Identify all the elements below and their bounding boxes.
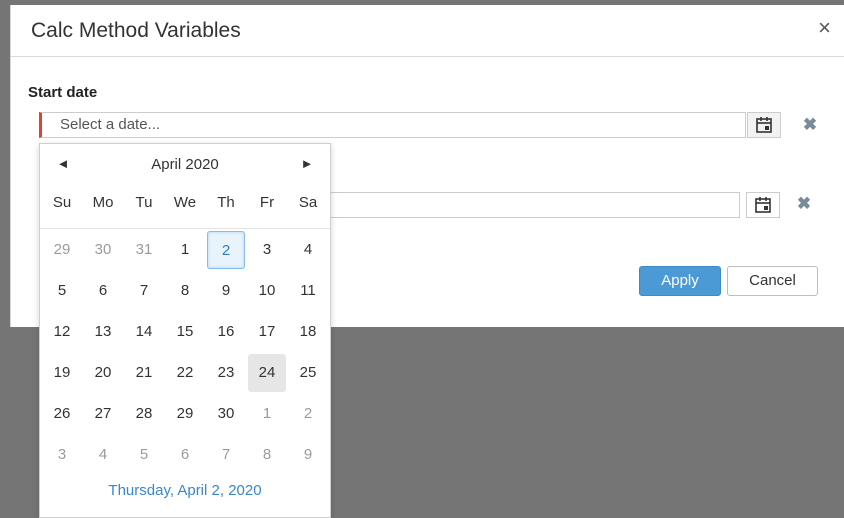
calendar-day[interactable]: 6 <box>166 436 204 474</box>
weekday-label: Su <box>52 194 72 211</box>
calendar-day[interactable]: 22 <box>166 354 204 392</box>
calendar-day[interactable]: 30 <box>84 231 122 269</box>
calendar-day[interactable]: 18 <box>289 313 327 351</box>
second-date-calendar-button[interactable] <box>746 192 780 218</box>
calendar-day[interactable]: 13 <box>84 313 122 351</box>
clear-icon[interactable]: ✖ <box>796 194 812 213</box>
calendar-day[interactable]: 5 <box>125 436 163 474</box>
close-icon[interactable]: × <box>818 16 831 40</box>
calendar-day[interactable]: 23 <box>207 354 245 392</box>
clear-icon[interactable]: ✖ <box>802 115 818 134</box>
start-date-calendar-button[interactable] <box>747 112 781 138</box>
second-date-input[interactable] <box>320 192 740 218</box>
calendar-day[interactable]: 1 <box>166 231 204 269</box>
weekday-label: Fr <box>259 194 275 211</box>
cancel-button[interactable]: Cancel <box>727 266 818 296</box>
calendar-day[interactable]: 26 <box>43 395 81 433</box>
calendar-day[interactable]: 27 <box>84 395 122 433</box>
weekday-label: Sa <box>298 194 318 211</box>
weekday-header: Su Mo Tu We Th Fr Sa <box>42 194 330 218</box>
calendar-day[interactable]: 12 <box>43 313 81 351</box>
calendar-day[interactable]: 16 <box>207 313 245 351</box>
calendar-icon <box>755 116 773 134</box>
calendar-day[interactable]: 3 <box>43 436 81 474</box>
calendar-day[interactable]: 6 <box>84 272 122 310</box>
calendar-day[interactable]: 9 <box>289 436 327 474</box>
calendar-day[interactable]: 19 <box>43 354 81 392</box>
calendar-day[interactable]: 29 <box>43 231 81 269</box>
weekday-label: Tu <box>135 194 153 211</box>
calendar-day[interactable]: 4 <box>289 231 327 269</box>
calendar-day[interactable]: 25 <box>289 354 327 392</box>
apply-button[interactable]: Apply <box>639 266 721 296</box>
calendar-day[interactable]: 28 <box>125 395 163 433</box>
calendar-day[interactable]: 11 <box>289 272 327 310</box>
calendar-day[interactable]: 9 <box>207 272 245 310</box>
calendar-day[interactable]: 5 <box>43 272 81 310</box>
date-picker: ◄ April 2020 ► Su Mo Tu We Th Fr Sa 29 30… <box>39 143 331 518</box>
calendar-day[interactable]: 21 <box>125 354 163 392</box>
calendar-icon <box>754 196 772 214</box>
calendar-day[interactable]: 15 <box>166 313 204 351</box>
calendar-day[interactable]: 4 <box>84 436 122 474</box>
month-label-text[interactable]: April 2020 <box>151 156 219 173</box>
calendar-day[interactable]: 20 <box>84 354 122 392</box>
calendar-day[interactable]: 14 <box>125 313 163 351</box>
calendar-day[interactable]: 8 <box>248 436 286 474</box>
dialog-title: Calc Method Variables <box>31 19 241 42</box>
month-label[interactable]: April 2020 <box>40 156 330 173</box>
prev-month-icon[interactable]: ◄ <box>54 156 72 171</box>
calendar-day[interactable]: 31 <box>125 231 163 269</box>
calendar-day[interactable]: 29 <box>166 395 204 433</box>
weekday-label: We <box>173 194 197 211</box>
calendar-day-hovered[interactable]: 24 <box>248 354 286 392</box>
today-link[interactable]: Thursday, April 2, 2020 <box>40 482 330 499</box>
divider <box>40 228 330 229</box>
calendar-day-today[interactable]: 2 <box>207 231 245 269</box>
calendar-day[interactable]: 1 <box>248 395 286 433</box>
calendar-day[interactable]: 7 <box>207 436 245 474</box>
next-month-icon[interactable]: ► <box>298 156 316 171</box>
weekday-label: Mo <box>92 194 114 211</box>
calendar-day[interactable]: 2 <box>289 395 327 433</box>
calendar-day[interactable]: 7 <box>125 272 163 310</box>
dialog-header: Calc Method Variables × <box>11 5 844 57</box>
start-date-label: Start date <box>28 84 98 101</box>
calendar-day[interactable]: 17 <box>248 313 286 351</box>
calendar-day[interactable]: 3 <box>248 231 286 269</box>
calendar-day[interactable]: 10 <box>248 272 286 310</box>
start-date-input[interactable]: Select a date... <box>39 112 746 138</box>
calendar-day[interactable]: 8 <box>166 272 204 310</box>
date-picker-header: ◄ April 2020 ► <box>40 144 330 186</box>
weekday-label: Th <box>217 194 235 211</box>
calendar-day[interactable]: 30 <box>207 395 245 433</box>
